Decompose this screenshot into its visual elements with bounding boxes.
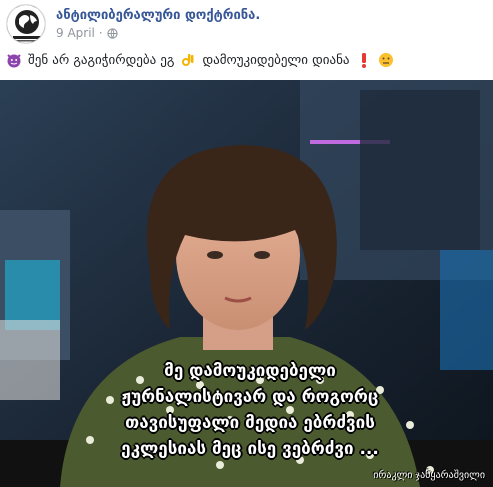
exclamation-emoji-icon bbox=[361, 53, 366, 68]
caption-text-2: დამოუკიდებელი დიანა bbox=[202, 52, 350, 68]
neutral-face-emoji-icon bbox=[378, 53, 393, 67]
quote-line: მე დამოუკიდებელი bbox=[164, 361, 336, 381]
devil-emoji-icon bbox=[7, 54, 21, 68]
post-photo[interactable]: მე დამოუკიდებელი ჟურნალისტივარ და როგორც… bbox=[0, 80, 493, 487]
quote-line: თავისუფალი მედია ებრძვის bbox=[125, 413, 375, 433]
quote-line: ეკლესიას მეც ისე ვებრძვი ... bbox=[121, 439, 379, 459]
quote-line: ჟურნალისტივარ და როგორც bbox=[121, 387, 379, 407]
post-date[interactable]: 9 April bbox=[56, 26, 95, 40]
quote-overlay: მე დამოუკიდებელი ჟურნალისტივარ და როგორც… bbox=[40, 358, 460, 462]
caption-text: შენ არ გაგიჭირდება ეგ bbox=[28, 52, 175, 68]
post-caption: შენ არ გაგიჭირდება ეგ დამოუკიდებელი დიან… bbox=[6, 52, 394, 68]
image-signature: ირაკლი ჯანყარაშვილი bbox=[373, 470, 485, 481]
ok-hand-emoji-icon bbox=[182, 54, 194, 66]
globe-icon[interactable] bbox=[107, 27, 118, 39]
page-avatar[interactable] bbox=[6, 4, 46, 44]
page-name-link[interactable]: ანტილიბერალური დოქტრინა. bbox=[56, 8, 260, 23]
post-header: ანტილიბერალური დოქტრინა. 9 April · bbox=[0, 0, 493, 48]
globe-logo-icon bbox=[7, 5, 45, 43]
post-meta: 9 April · bbox=[56, 26, 118, 40]
meta-separator: · bbox=[98, 26, 103, 40]
